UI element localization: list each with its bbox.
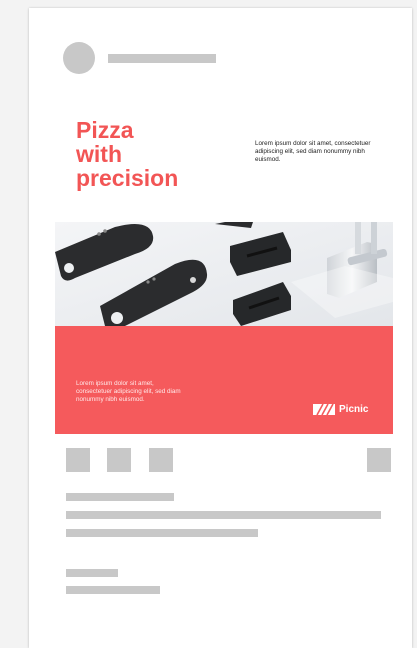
ad-body-text-bottom: Lorem ipsum dolor sit amet, consectetuer… [76,380,181,403]
bookmark-placeholder-icon[interactable] [367,448,391,472]
product-photo-illustration [55,216,393,326]
ad-header: Pizza with precision Lorem ipsum dolor s… [55,96,393,226]
account-name-placeholder[interactable] [108,54,216,63]
comment-action-placeholder[interactable] [107,448,131,472]
ad-headline: Pizza with precision [76,117,179,191]
avatar[interactable] [63,42,95,74]
like-action-placeholder[interactable] [66,448,90,472]
ad-banner: Lorem ipsum dolor sit amet, consectetuer… [55,326,393,434]
product-photo [55,216,393,326]
likes-placeholder [66,493,174,501]
comment-user-placeholder[interactable] [66,569,118,577]
share-action-placeholder[interactable] [149,448,173,472]
post-card: Pizza with precision Lorem ipsum dolor s… [29,8,412,648]
brand-name: Picnic [339,403,369,415]
ad-creative[interactable]: Pizza with precision Lorem ipsum dolor s… [55,96,393,434]
caption-line-1-placeholder [66,511,381,519]
caption-line-2-placeholder [66,529,258,537]
brand-logo: Picnic [313,402,368,416]
picnic-logo-icon [313,403,335,415]
ad-body-text-top: Lorem ipsum dolor sit amet, consectetuer… [255,140,371,163]
comment-text-placeholder [66,586,160,594]
